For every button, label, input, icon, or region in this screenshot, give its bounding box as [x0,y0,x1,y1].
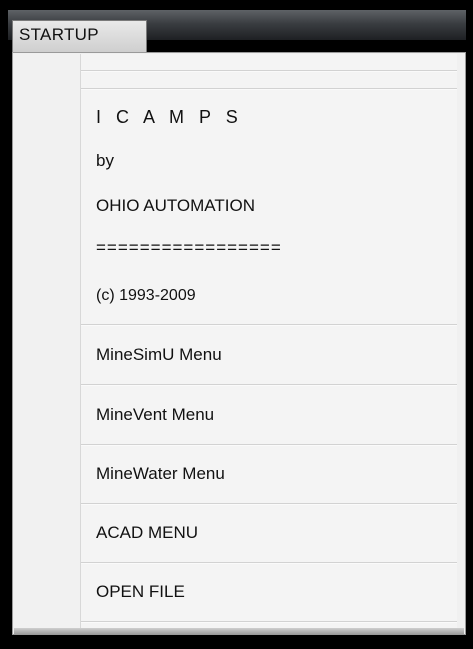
menu-separator [81,444,457,446]
menu-separator [81,70,457,72]
menu-separator [81,562,457,564]
menu-separator [81,88,457,90]
menu-item-minevent[interactable]: MineVent Menu [96,405,214,425]
menu-item-acad[interactable]: ACAD MENU [96,523,198,543]
menu-item-minesimu[interactable]: MineSimU Menu [96,345,222,365]
menu-separator [81,384,457,386]
menu-header-company: OHIO AUTOMATION [96,196,255,215]
menu-item-minewater[interactable]: MineWater Menu [96,464,225,484]
menu-separator [81,503,457,505]
menu-separator [81,621,457,623]
menu-header-title: I C A M P S [96,107,243,127]
menu-icon-gutter [14,54,80,628]
startup-dropdown-menu: I C A M P S by OHIO AUTOMATION =========… [12,52,466,635]
menu-header-by: by [96,151,114,170]
menu-header-copyright: (c) 1993-2009 [96,287,196,304]
startup-menu-tab[interactable]: STARTUP [12,20,147,52]
menu-separator [81,324,457,326]
menu-content: I C A M P S by OHIO AUTOMATION =========… [80,54,457,628]
menu-item-open-file[interactable]: OPEN FILE [96,582,185,602]
menu-header-divider: ================= [96,238,282,257]
menu-bottom-edge [14,628,464,634]
